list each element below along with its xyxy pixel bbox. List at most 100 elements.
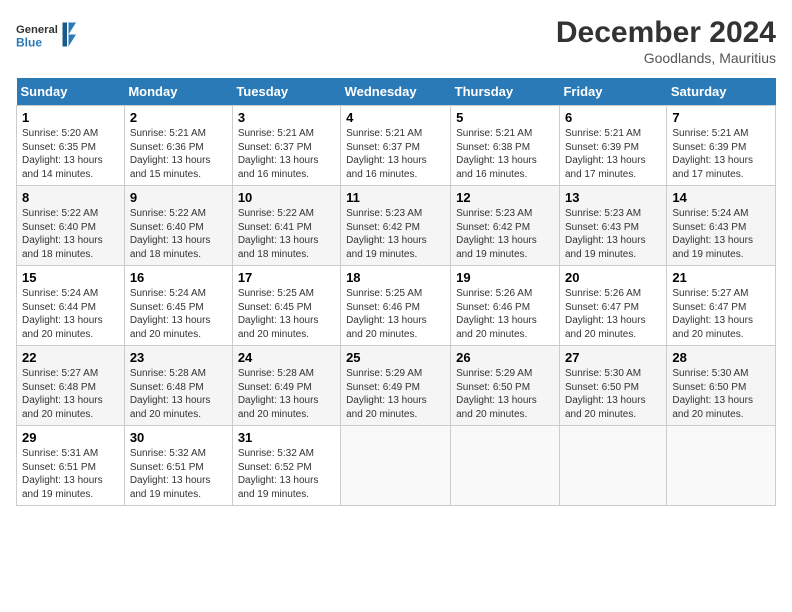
day-number: 30 [130,430,227,445]
day-number: 13 [565,190,661,205]
day-number: 15 [22,270,119,285]
calendar-cell: 7 Sunrise: 5:21 AMSunset: 6:39 PMDaylight… [667,106,776,186]
day-number: 28 [672,350,770,365]
calendar-cell: 2 Sunrise: 5:21 AMSunset: 6:36 PMDaylight… [124,106,232,186]
calendar-cell: 19Sunrise: 5:26 AMSunset: 6:46 PMDayligh… [451,266,560,346]
day-info: Sunrise: 5:28 AMSunset: 6:48 PMDaylight:… [130,368,211,420]
day-number: 22 [22,350,119,365]
col-thursday: Thursday [451,78,560,106]
calendar-cell: 5 Sunrise: 5:21 AMSunset: 6:38 PMDaylight… [451,106,560,186]
day-number: 6 [565,110,661,125]
calendar-header-row: Sunday Monday Tuesday Wednesday Thursday… [17,78,776,106]
day-info: Sunrise: 5:23 AMSunset: 6:42 PMDaylight:… [346,208,427,260]
col-saturday: Saturday [667,78,776,106]
calendar-cell: 29Sunrise: 5:31 AMSunset: 6:51 PMDayligh… [17,426,125,506]
week-row-3: 15 Sunrise: 5:24 AMSunset: 6:44 PMDayligh… [17,266,776,346]
day-info: Sunrise: 5:24 AMSunset: 6:43 PMDaylight:… [672,208,753,260]
calendar-cell: 4 Sunrise: 5:21 AMSunset: 6:37 PMDaylight… [341,106,451,186]
calendar-cell: 17 Sunrise: 5:25 AMSunset: 6:45 PMDayligh… [232,266,340,346]
day-info: Sunrise: 5:21 AMSunset: 6:38 PMDaylight:… [456,128,537,180]
day-number: 2 [130,110,227,125]
col-sunday: Sunday [17,78,125,106]
week-row-1: 1Sunrise: 5:20 AMSunset: 6:35 PMDaylight… [17,106,776,186]
day-info: Sunrise: 5:26 AMSunset: 6:47 PMDaylight:… [565,288,646,340]
day-info: Sunrise: 5:22 AMSunset: 6:41 PMDaylight:… [238,208,319,260]
day-info: Sunrise: 5:23 AMSunset: 6:42 PMDaylight:… [456,208,537,260]
day-info: Sunrise: 5:22 AMSunset: 6:40 PMDaylight:… [22,208,103,260]
calendar-cell: 22Sunrise: 5:27 AMSunset: 6:48 PMDayligh… [17,346,125,426]
day-number: 5 [456,110,554,125]
calendar-cell [341,426,451,506]
svg-text:General: General [16,24,58,36]
col-monday: Monday [124,78,232,106]
calendar-cell: 30Sunrise: 5:32 AMSunset: 6:51 PMDayligh… [124,426,232,506]
day-number: 14 [672,190,770,205]
calendar-cell: 12 Sunrise: 5:23 AMSunset: 6:42 PMDayligh… [451,186,560,266]
day-info: Sunrise: 5:21 AMSunset: 6:39 PMDaylight:… [672,128,753,180]
day-number: 4 [346,110,445,125]
day-number: 24 [238,350,335,365]
day-info: Sunrise: 5:21 AMSunset: 6:37 PMDaylight:… [238,128,319,180]
calendar-cell: 3 Sunrise: 5:21 AMSunset: 6:37 PMDaylight… [232,106,340,186]
location: Goodlands, Mauritius [556,50,776,66]
day-info: Sunrise: 5:29 AMSunset: 6:49 PMDaylight:… [346,368,427,420]
calendar-cell: 8Sunrise: 5:22 AMSunset: 6:40 PMDaylight… [17,186,125,266]
calendar-cell: 25Sunrise: 5:29 AMSunset: 6:49 PMDayligh… [341,346,451,426]
calendar-cell: 31Sunrise: 5:32 AMSunset: 6:52 PMDayligh… [232,426,340,506]
day-number: 21 [672,270,770,285]
logo: General Blue [16,16,76,56]
calendar-cell: 14 Sunrise: 5:24 AMSunset: 6:43 PMDayligh… [667,186,776,266]
calendar-cell: 10 Sunrise: 5:22 AMSunset: 6:41 PMDayligh… [232,186,340,266]
day-info: Sunrise: 5:29 AMSunset: 6:50 PMDaylight:… [456,368,537,420]
day-info: Sunrise: 5:21 AMSunset: 6:37 PMDaylight:… [346,128,427,180]
day-number: 17 [238,270,335,285]
calendar-cell: 23 Sunrise: 5:28 AMSunset: 6:48 PMDayligh… [124,346,232,426]
day-number: 9 [130,190,227,205]
day-info: Sunrise: 5:25 AMSunset: 6:46 PMDaylight:… [346,288,427,340]
col-friday: Friday [559,78,666,106]
calendar-cell: 27 Sunrise: 5:30 AMSunset: 6:50 PMDayligh… [559,346,666,426]
calendar-cell: 9 Sunrise: 5:22 AMSunset: 6:40 PMDaylight… [124,186,232,266]
day-number: 10 [238,190,335,205]
logo-svg: General Blue [16,16,76,56]
day-number: 16 [130,270,227,285]
calendar-cell: 24 Sunrise: 5:28 AMSunset: 6:49 PMDayligh… [232,346,340,426]
day-info: Sunrise: 5:27 AMSunset: 6:47 PMDaylight:… [672,288,753,340]
day-number: 3 [238,110,335,125]
calendar-cell: 11 Sunrise: 5:23 AMSunset: 6:42 PMDayligh… [341,186,451,266]
day-number: 18 [346,270,445,285]
calendar-cell [667,426,776,506]
day-number: 23 [130,350,227,365]
day-number: 31 [238,430,335,445]
title-block: December 2024 Goodlands, Mauritius [556,16,776,66]
day-info: Sunrise: 5:24 AMSunset: 6:45 PMDaylight:… [130,288,211,340]
calendar-cell: 26 Sunrise: 5:29 AMSunset: 6:50 PMDayligh… [451,346,560,426]
day-info: Sunrise: 5:20 AMSunset: 6:35 PMDaylight:… [22,128,103,180]
calendar-cell: 13 Sunrise: 5:23 AMSunset: 6:43 PMDayligh… [559,186,666,266]
day-number: 11 [346,190,445,205]
day-number: 27 [565,350,661,365]
day-info: Sunrise: 5:23 AMSunset: 6:43 PMDaylight:… [565,208,646,260]
day-number: 12 [456,190,554,205]
day-info: Sunrise: 5:22 AMSunset: 6:40 PMDaylight:… [130,208,211,260]
calendar-cell [451,426,560,506]
calendar-cell: 16 Sunrise: 5:24 AMSunset: 6:45 PMDayligh… [124,266,232,346]
day-info: Sunrise: 5:25 AMSunset: 6:45 PMDaylight:… [238,288,319,340]
day-info: Sunrise: 5:21 AMSunset: 6:36 PMDaylight:… [130,128,211,180]
day-info: Sunrise: 5:26 AMSunset: 6:46 PMDaylight:… [456,288,537,340]
calendar-cell: 20 Sunrise: 5:26 AMSunset: 6:47 PMDayligh… [559,266,666,346]
week-row-4: 22Sunrise: 5:27 AMSunset: 6:48 PMDayligh… [17,346,776,426]
month-year: December 2024 [556,16,776,50]
day-number: 20 [565,270,661,285]
day-info: Sunrise: 5:30 AMSunset: 6:50 PMDaylight:… [672,368,753,420]
day-number: 29 [22,430,119,445]
day-info: Sunrise: 5:21 AMSunset: 6:39 PMDaylight:… [565,128,646,180]
day-number: 26 [456,350,554,365]
day-info: Sunrise: 5:30 AMSunset: 6:50 PMDaylight:… [565,368,646,420]
calendar-cell [559,426,666,506]
day-info: Sunrise: 5:28 AMSunset: 6:49 PMDaylight:… [238,368,319,420]
col-tuesday: Tuesday [232,78,340,106]
day-number: 7 [672,110,770,125]
day-info: Sunrise: 5:24 AMSunset: 6:44 PMDaylight:… [22,288,103,340]
col-wednesday: Wednesday [341,78,451,106]
